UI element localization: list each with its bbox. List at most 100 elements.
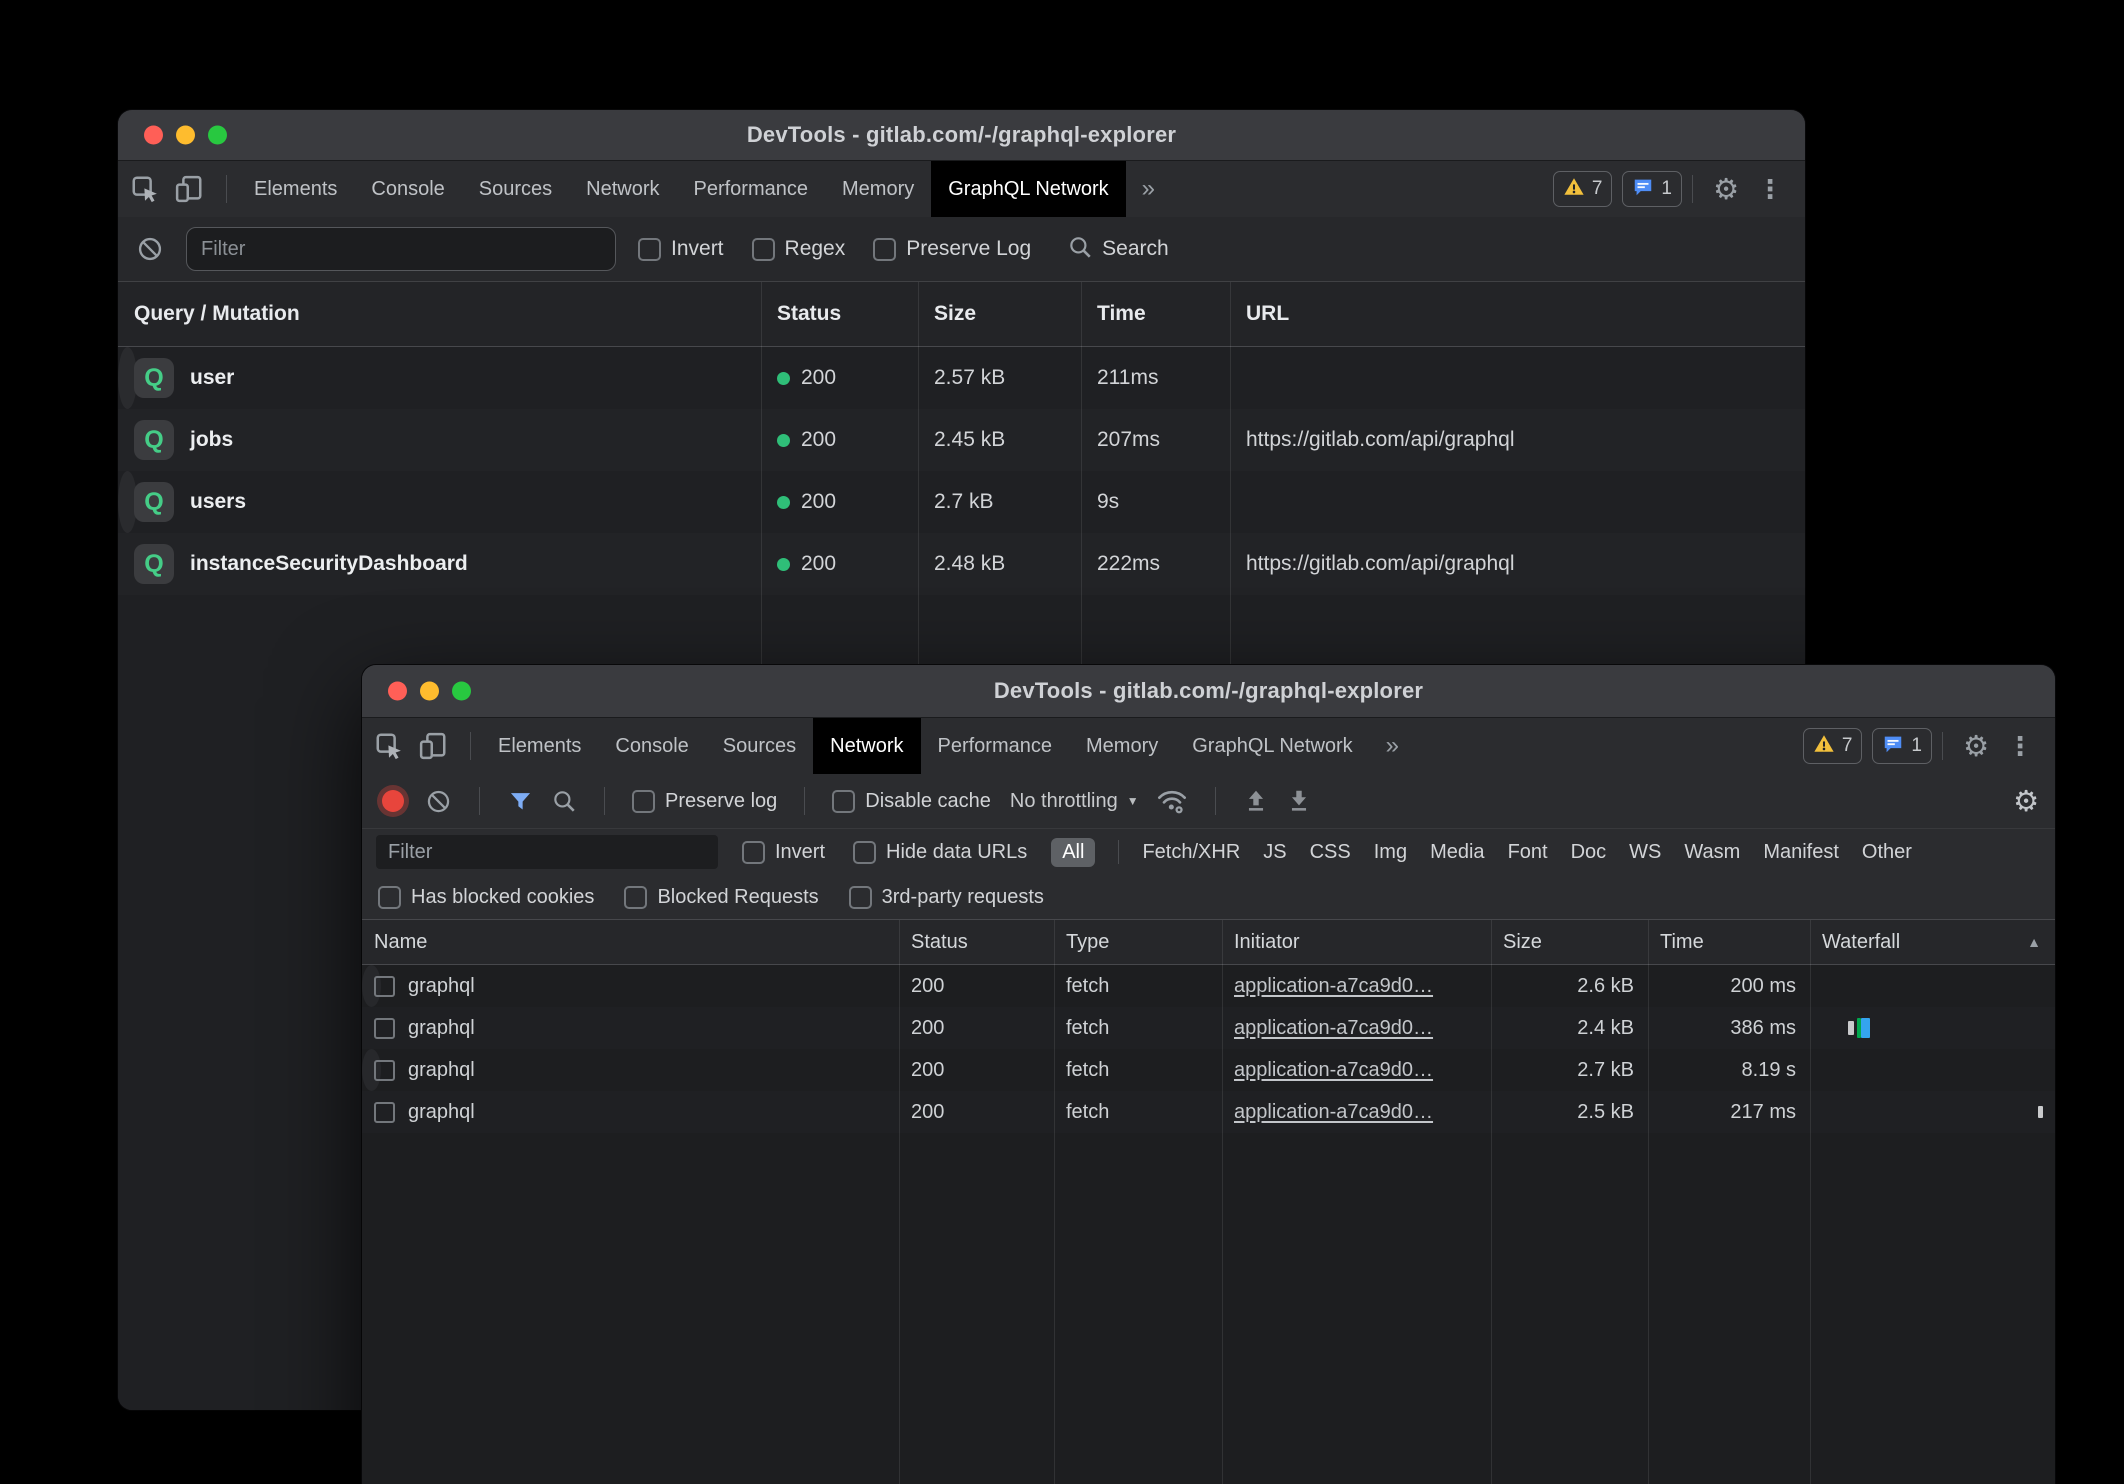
filter-chip-wasm[interactable]: Wasm — [1684, 841, 1740, 864]
close-button[interactable] — [388, 682, 407, 701]
close-button[interactable] — [144, 126, 163, 145]
tab-console[interactable]: Console — [354, 161, 461, 217]
more-tabs-icon[interactable]: » — [1126, 161, 1171, 217]
record-button[interactable] — [382, 790, 404, 812]
checkbox-3rd-party-requests[interactable]: 3rd-party requests — [849, 886, 1044, 909]
settings-gear-icon[interactable]: ⚙ — [1703, 161, 1749, 217]
panel-tabs: ElementsConsoleSourcesNetworkPerformance… — [237, 161, 1126, 217]
checkbox-preserve-log[interactable]: Preserve Log — [873, 237, 1031, 261]
checkbox-disable-cache[interactable]: Disable cache — [832, 790, 991, 813]
inspect-element-icon[interactable] — [374, 731, 404, 761]
network-conditions-icon[interactable] — [1156, 785, 1188, 817]
column-header-query-mutation[interactable]: Query / Mutation — [118, 282, 761, 346]
initiator-link[interactable]: application-a7ca9d0… — [1234, 1101, 1433, 1124]
row-checkbox[interactable] — [374, 1018, 395, 1039]
inspect-element-icon[interactable] — [130, 174, 160, 204]
column-header-time[interactable]: Time — [1648, 920, 1810, 964]
tab-elements[interactable]: Elements — [237, 161, 354, 217]
initiator-link[interactable]: application-a7ca9d0… — [1234, 975, 1433, 998]
table-row[interactable]: Quser2002.57 kB211mshttps://gitlab.com/a… — [118, 347, 137, 409]
issues-badge[interactable]: 1 — [1872, 728, 1932, 764]
column-header-name[interactable]: Name — [362, 920, 899, 964]
row-checkbox[interactable] — [374, 976, 395, 997]
table-row[interactable]: Qusers2002.7 kB9shttps://gitlab.com/api/… — [118, 471, 137, 533]
column-header-size[interactable]: Size — [918, 282, 1081, 346]
traffic-lights — [388, 682, 471, 701]
table-row[interactable]: graphql200fetchapplication-a7ca9d0…2.6 k… — [362, 965, 381, 1007]
filter-chip-font[interactable]: Font — [1508, 841, 1548, 864]
checkbox-hide-data-urls[interactable]: Hide data URLs — [853, 841, 1027, 864]
table-row[interactable]: graphql200fetchapplication-a7ca9d0…2.4 k… — [362, 1007, 2055, 1049]
throttling-dropdown[interactable]: No throttling ▼ — [1010, 790, 1139, 813]
checkbox-blocked-requests[interactable]: Blocked Requests — [624, 886, 818, 909]
filter-chip-media[interactable]: Media — [1430, 841, 1484, 864]
column-header-size[interactable]: Size — [1491, 920, 1648, 964]
minimize-button[interactable] — [420, 682, 439, 701]
device-toolbar-icon[interactable] — [174, 174, 204, 204]
network-settings-gear-icon[interactable]: ⚙ — [2003, 774, 2039, 828]
table-row[interactable]: graphql200fetchapplication-a7ca9d0…2.7 k… — [362, 1049, 381, 1091]
clear-icon[interactable] — [425, 788, 452, 815]
column-header-waterfall[interactable]: Waterfall▲ — [1810, 920, 2055, 964]
filter-chip-fetch-xhr[interactable]: Fetch/XHR — [1142, 841, 1240, 864]
tab-performance[interactable]: Performance — [921, 718, 1070, 774]
search-icon[interactable] — [551, 788, 577, 814]
settings-gear-icon[interactable]: ⚙ — [1953, 718, 1999, 774]
column-header-url[interactable]: URL — [1230, 282, 1805, 346]
export-har-icon[interactable] — [1286, 788, 1312, 814]
clear-icon[interactable] — [136, 235, 164, 263]
checkbox-invert[interactable]: Invert — [638, 237, 724, 261]
minimize-button[interactable] — [176, 126, 195, 145]
tab-memory[interactable]: Memory — [825, 161, 931, 217]
more-tabs-icon[interactable]: » — [1370, 718, 1415, 774]
initiator-link[interactable]: application-a7ca9d0… — [1234, 1059, 1433, 1082]
warnings-badge[interactable]: 7 — [1553, 171, 1613, 207]
table-row[interactable]: QinstanceSecurityDashboard2002.48 kB222m… — [118, 533, 1805, 595]
filter-chip-img[interactable]: Img — [1374, 841, 1407, 864]
tab-console[interactable]: Console — [598, 718, 705, 774]
import-har-icon[interactable] — [1243, 788, 1269, 814]
filter-chip-manifest[interactable]: Manifest — [1763, 841, 1839, 864]
kebab-menu-icon[interactable]: ⋮ — [1999, 718, 2041, 774]
filter-chip-ws[interactable]: WS — [1629, 841, 1661, 864]
filter-chip-all[interactable]: All — [1051, 838, 1095, 867]
zoom-button[interactable] — [452, 682, 471, 701]
filter-chip-doc[interactable]: Doc — [1571, 841, 1607, 864]
filter-input[interactable] — [376, 835, 718, 869]
column-header-type[interactable]: Type — [1054, 920, 1222, 964]
column-header-initiator[interactable]: Initiator — [1222, 920, 1491, 964]
column-header-time[interactable]: Time — [1081, 282, 1230, 346]
tab-performance[interactable]: Performance — [677, 161, 826, 217]
tab-sources[interactable]: Sources — [462, 161, 569, 217]
filter-funnel-icon[interactable] — [507, 788, 534, 815]
table-row[interactable]: Qjobs2002.45 kB207mshttps://gitlab.com/a… — [118, 409, 1805, 471]
filter-chip-other[interactable]: Other — [1862, 841, 1912, 864]
table-row[interactable]: graphql200fetchapplication-a7ca9d0…2.5 k… — [362, 1091, 2055, 1133]
checkbox-invert[interactable]: Invert — [742, 841, 825, 864]
tab-network[interactable]: Network — [813, 718, 920, 774]
row-checkbox[interactable] — [374, 1060, 395, 1081]
warnings-badge[interactable]: 7 — [1803, 728, 1863, 764]
tab-graphql-network[interactable]: GraphQL Network — [931, 161, 1125, 217]
search-toggle[interactable]: Search — [1067, 234, 1169, 265]
tab-network[interactable]: Network — [569, 161, 676, 217]
column-header-status[interactable]: Status — [899, 920, 1054, 964]
device-toolbar-icon[interactable] — [418, 731, 448, 761]
filter-chip-js[interactable]: JS — [1263, 841, 1286, 864]
initiator-link[interactable]: application-a7ca9d0… — [1234, 1017, 1433, 1040]
tab-sources[interactable]: Sources — [706, 718, 813, 774]
zoom-button[interactable] — [208, 126, 227, 145]
column-header-status[interactable]: Status — [761, 282, 918, 346]
kebab-menu-icon[interactable]: ⋮ — [1749, 161, 1791, 217]
tab-elements[interactable]: Elements — [481, 718, 598, 774]
issues-badge[interactable]: 1 — [1622, 171, 1682, 207]
request-type-filters: All Fetch/XHR JS CSS Img Media Font Doc WS Wasm Ma… — [1051, 838, 1912, 867]
row-checkbox[interactable] — [374, 1102, 395, 1123]
tab-graphql-network[interactable]: GraphQL Network — [1175, 718, 1369, 774]
checkbox-has-blocked-cookies[interactable]: Has blocked cookies — [378, 886, 594, 909]
filter-input[interactable] — [186, 227, 616, 271]
tab-memory[interactable]: Memory — [1069, 718, 1175, 774]
filter-chip-css[interactable]: CSS — [1310, 841, 1351, 864]
checkbox-regex[interactable]: Regex — [752, 237, 846, 261]
checkbox-preserve-log[interactable]: Preserve log — [632, 790, 777, 813]
